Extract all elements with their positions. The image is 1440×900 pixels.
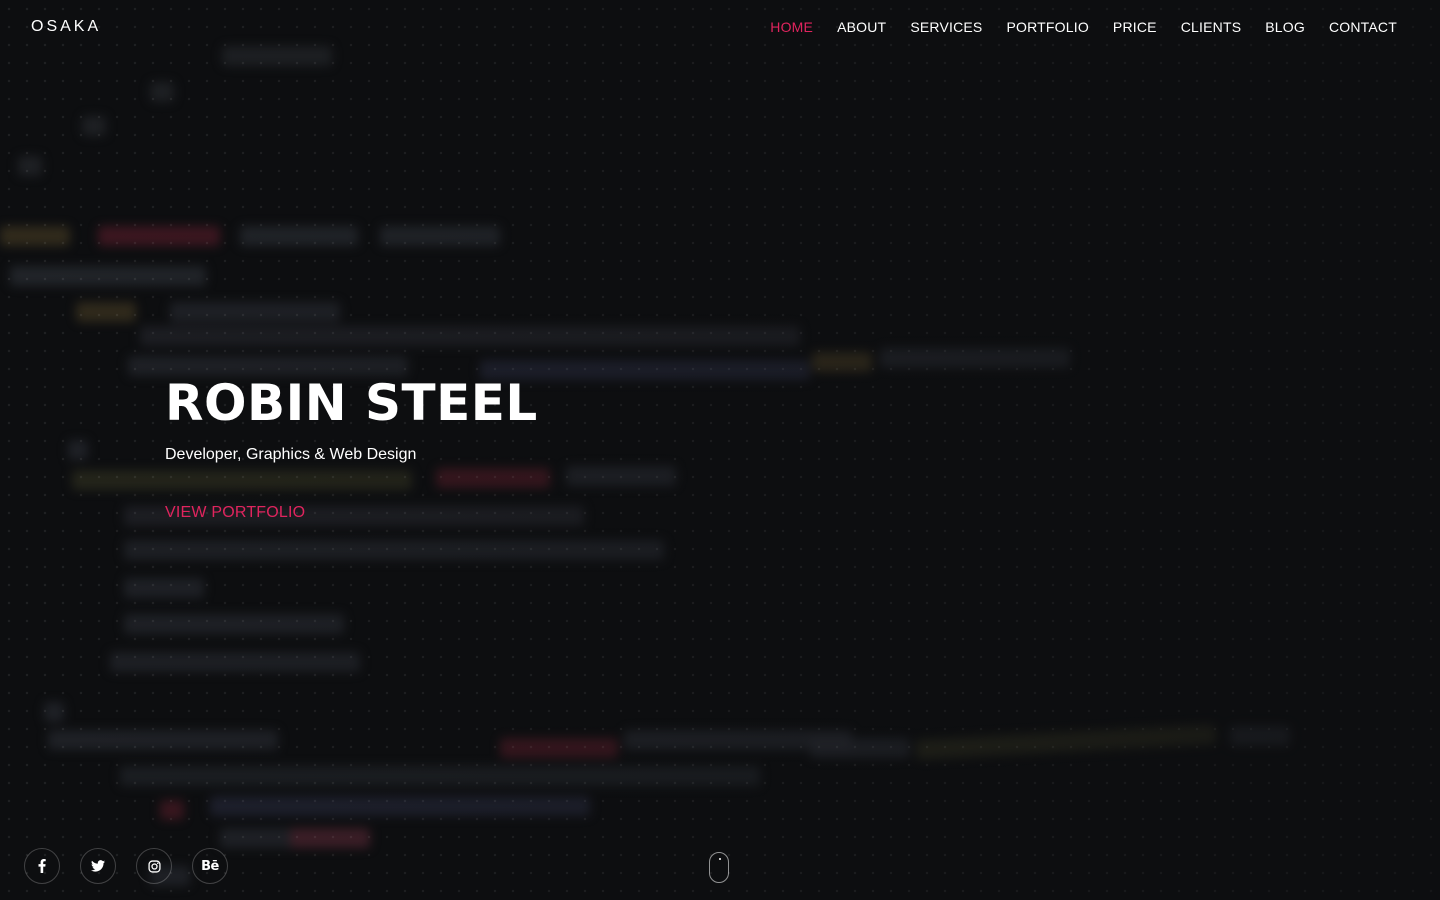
site-header: OSAKA HOME ABOUT SERVICES PORTFOLIO PRIC… — [0, 0, 1440, 54]
hero-section: ROBIN STEEL Developer, Graphics & Web De… — [165, 372, 538, 522]
view-portfolio-link[interactable]: VIEW PORTFOLIO — [165, 504, 305, 522]
hero-subtitle: Developer, Graphics & Web Design — [165, 446, 417, 463]
mouse-wheel-icon — [719, 858, 721, 860]
scroll-down-indicator[interactable] — [709, 852, 729, 883]
facebook-button[interactable] — [24, 848, 60, 884]
behance-button[interactable]: Bē — [192, 848, 228, 884]
nav-item-price[interactable]: PRICE — [1113, 19, 1157, 35]
nav-item-services[interactable]: SERVICES — [910, 19, 982, 35]
nav-item-portfolio[interactable]: PORTFOLIO — [1006, 19, 1088, 35]
hero-title: ROBIN STEEL — [165, 374, 538, 432]
site-logo[interactable]: OSAKA — [31, 18, 101, 36]
social-links: Bē — [24, 848, 228, 884]
main-nav: HOME ABOUT SERVICES PORTFOLIO PRICE CLIE… — [770, 19, 1397, 35]
nav-item-contact[interactable]: CONTACT — [1329, 19, 1397, 35]
nav-item-blog[interactable]: BLOG — [1265, 19, 1305, 35]
instagram-icon — [147, 859, 161, 873]
instagram-button[interactable] — [136, 848, 172, 884]
nav-item-clients[interactable]: CLIENTS — [1181, 19, 1242, 35]
facebook-icon — [38, 859, 46, 873]
twitter-button[interactable] — [80, 848, 116, 884]
nav-item-home[interactable]: HOME — [770, 19, 813, 35]
behance-icon: Bē — [201, 858, 219, 874]
twitter-icon — [91, 860, 105, 872]
nav-item-about[interactable]: ABOUT — [837, 19, 886, 35]
